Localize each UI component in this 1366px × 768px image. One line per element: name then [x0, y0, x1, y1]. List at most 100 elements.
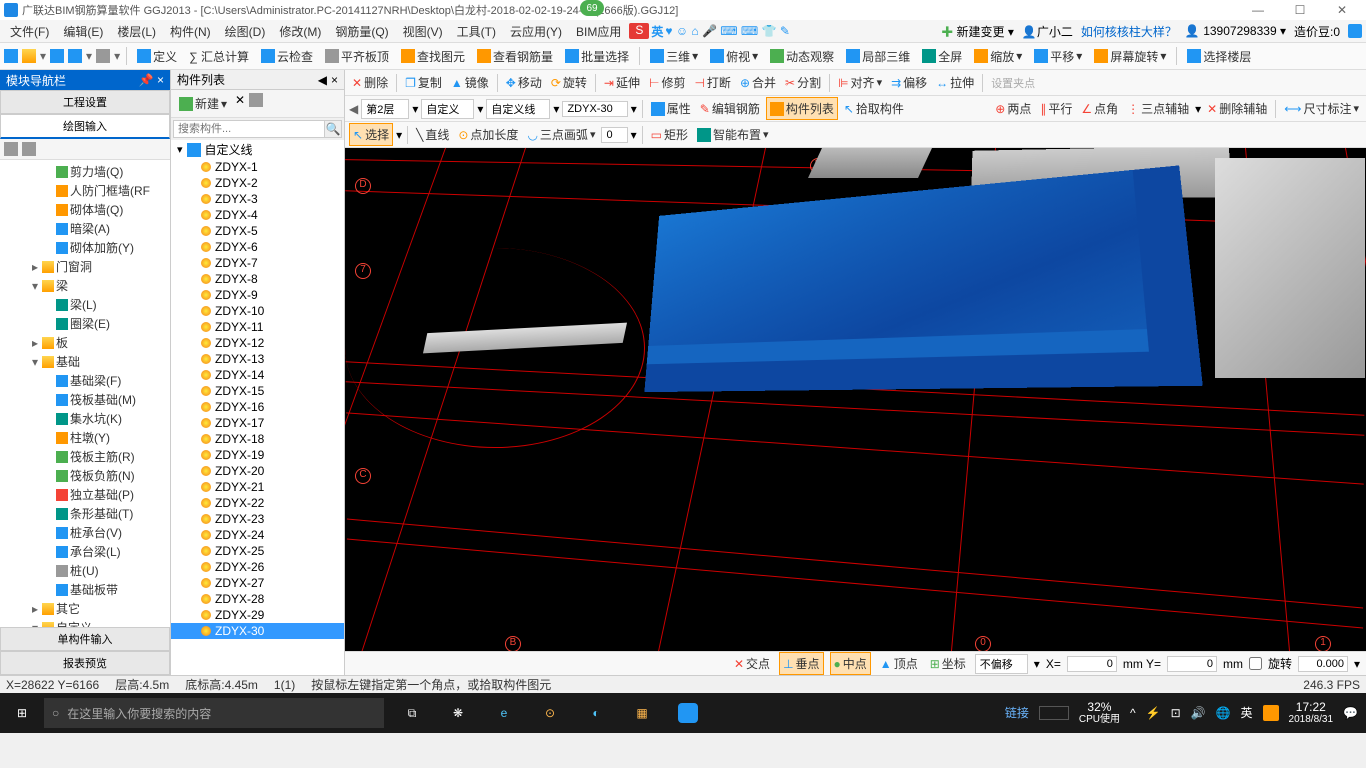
delete-button[interactable]: ✕删除 [349, 72, 391, 93]
tree-item[interactable]: ▾梁 [2, 276, 168, 295]
offset-button[interactable]: ⇉偏移 [888, 72, 930, 93]
list-item[interactable]: ZDYX-5 [171, 223, 344, 239]
menu-component[interactable]: 构件(N) [164, 21, 217, 42]
tree-item[interactable]: 圈梁(E) [2, 314, 168, 333]
y-input[interactable] [1167, 656, 1217, 672]
line-tool[interactable]: ╲直线 [413, 124, 452, 145]
list-item[interactable]: ZDYX-6 [171, 239, 344, 255]
new-icon[interactable] [4, 49, 18, 63]
minimize-button[interactable]: — [1238, 1, 1278, 19]
move-button[interactable]: ✥移动 [503, 72, 545, 93]
redo-icon[interactable] [96, 49, 110, 63]
del-aux-button[interactable]: ✕删除辅轴 [1204, 98, 1270, 119]
list-root[interactable]: ▾ 自定义线 [171, 140, 344, 159]
app-icon-5[interactable] [666, 693, 710, 733]
viewport-3d[interactable]: D 7 C B B 0 1 z x [345, 148, 1366, 651]
new-change-button[interactable]: ✚ 新建变更 ▾ [941, 23, 1014, 40]
menu-cloud[interactable]: 云应用(Y) [504, 21, 568, 42]
extend-button[interactable]: ⇥延伸 [601, 72, 643, 93]
list-item[interactable]: ZDYX-27 [171, 575, 344, 591]
list-item[interactable]: ZDYX-2 [171, 175, 344, 191]
tray-net-icon[interactable]: ⚡ [1146, 706, 1161, 720]
menu-modify[interactable]: 修改(M) [273, 21, 327, 42]
maximize-button[interactable]: ☐ [1280, 1, 1320, 19]
point-length-tool[interactable]: ⊙点加长度 [455, 124, 521, 145]
parallel-button[interactable]: ∥平行 [1037, 98, 1075, 119]
tree-item[interactable]: ▾基础 [2, 352, 168, 371]
zoom-button[interactable]: 缩放 ▾ [970, 46, 1026, 67]
dynamic-button[interactable]: 动态观察 [766, 46, 838, 67]
app-icon-1[interactable]: ❋ [436, 693, 480, 733]
three-aux-button[interactable]: ⋮三点辅轴 [1124, 98, 1192, 119]
tree-item[interactable]: 柱墩(Y) [2, 428, 168, 447]
trim-button[interactable]: ⊢修剪 [646, 72, 688, 93]
tree-item[interactable]: 桩承台(V) [2, 523, 168, 542]
snap-jd[interactable]: ✕交点 [731, 653, 773, 674]
list-item[interactable]: ZDYX-16 [171, 399, 344, 415]
search-button[interactable]: 🔍 [325, 120, 342, 138]
select-tool[interactable]: ↖选择 [349, 123, 393, 146]
edge-icon[interactable]: e [482, 693, 526, 733]
app-icon-3[interactable]: ◐ [574, 693, 618, 733]
offset-select[interactable]: 不偏移 [975, 654, 1028, 674]
list-item[interactable]: ZDYX-29 [171, 607, 344, 623]
tab-draw-input[interactable]: 绘图输入 [0, 114, 170, 139]
tree-item[interactable]: 剪力墙(Q) [2, 162, 168, 181]
smart-tool[interactable]: 智能布置 ▾ [694, 124, 772, 145]
list-item[interactable]: ZDYX-13 [171, 351, 344, 367]
snap-cd[interactable]: ⊥垂点 [779, 652, 823, 675]
break-button[interactable]: ⊣打断 [691, 72, 733, 93]
arc3-tool[interactable]: ◡三点画弧 ▾ [524, 124, 598, 145]
help-link[interactable]: 如何核核柱大样？ [1081, 23, 1177, 40]
stretch-button[interactable]: ↔拉伸 [933, 72, 977, 93]
rect-tool[interactable]: ▭矩形 [648, 124, 691, 145]
menu-edit[interactable]: 编辑(E) [57, 21, 109, 42]
menu-file[interactable]: 文件(F) [4, 21, 55, 42]
tree-item[interactable]: 基础板带 [2, 580, 168, 599]
tree-item[interactable]: 砌体加筋(Y) [2, 238, 168, 257]
pan-button[interactable]: 平移 ▾ [1030, 46, 1086, 67]
select-floor-button[interactable]: 选择楼层 [1183, 46, 1255, 67]
tree-item[interactable]: 暗梁(A) [2, 219, 168, 238]
list-item[interactable]: ZDYX-11 [171, 319, 344, 335]
tree-item[interactable]: 承台梁(L) [2, 542, 168, 561]
arc-value[interactable]: 0 [601, 127, 627, 143]
cloud-check-button[interactable]: 云检查 [257, 46, 317, 67]
tab-project-settings[interactable]: 工程设置 [0, 90, 170, 114]
tree-item[interactable]: ▾自定义 [2, 618, 168, 627]
clock[interactable]: 17:222018/8/31 [1289, 700, 1334, 726]
menu-floor[interactable]: 楼层(L) [111, 21, 162, 42]
define-button[interactable]: 定义 [133, 46, 181, 67]
panel-left-icon[interactable]: ◀ [318, 73, 327, 87]
tree-item[interactable]: 筏板基础(M) [2, 390, 168, 409]
tray-up-icon[interactable]: ^ [1130, 706, 1136, 720]
tree-item[interactable]: ▸门窗洞 [2, 257, 168, 276]
component-list[interactable]: ▾ 自定义线 ZDYX-1ZDYX-2ZDYX-3ZDYX-4ZDYX-5ZDY… [171, 140, 344, 675]
tree-item[interactable]: ▸其它 [2, 599, 168, 618]
tree-item[interactable]: 独立基础(P) [2, 485, 168, 504]
tree-item[interactable]: 集水坑(K) [2, 409, 168, 428]
fullscreen-button[interactable]: 全屏 [918, 46, 966, 67]
list-item[interactable]: ZDYX-12 [171, 335, 344, 351]
tree-item[interactable]: 基础梁(F) [2, 371, 168, 390]
list-item[interactable]: ZDYX-9 [171, 287, 344, 303]
pin-icon[interactable]: 📌 × [139, 73, 164, 87]
rotate-input[interactable] [1298, 656, 1348, 672]
list-item[interactable]: ZDYX-1 [171, 159, 344, 175]
rotate-checkbox[interactable] [1249, 657, 1262, 670]
snap-zd[interactable]: ●中点 [830, 652, 871, 675]
menu-tools[interactable]: 工具(T) [451, 21, 502, 42]
copy-component-icon[interactable] [249, 93, 263, 107]
align-button[interactable]: ⊫对齐 ▾ [835, 72, 885, 93]
taskbar-search[interactable]: ○ 在这里输入你要搜索的内容 [44, 698, 384, 728]
notification-icon[interactable]: 💬 [1343, 706, 1358, 720]
list-item[interactable]: ZDYX-10 [171, 303, 344, 319]
panel-close-icon[interactable]: × [331, 73, 338, 87]
floor-select[interactable]: 第2层 [361, 99, 409, 119]
menu-view[interactable]: 视图(V) [397, 21, 449, 42]
list-item[interactable]: ZDYX-19 [171, 447, 344, 463]
list-item[interactable]: ZDYX-7 [171, 255, 344, 271]
list-item[interactable]: ZDYX-4 [171, 207, 344, 223]
tab-single-component[interactable]: 单构件输入 [0, 627, 170, 651]
app-icon-4[interactable]: ▦ [620, 693, 664, 733]
